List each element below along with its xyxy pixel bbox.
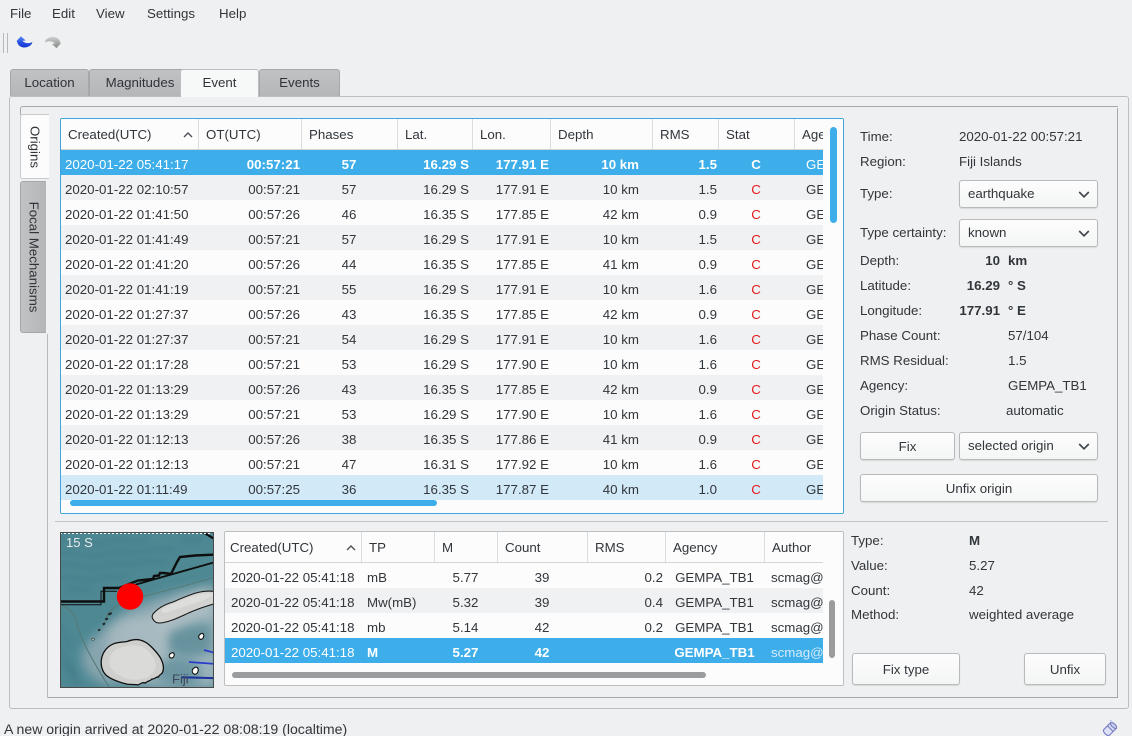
svg-text:15 S: 15 S bbox=[66, 535, 93, 550]
svg-text:Fiji: Fiji bbox=[172, 672, 189, 687]
